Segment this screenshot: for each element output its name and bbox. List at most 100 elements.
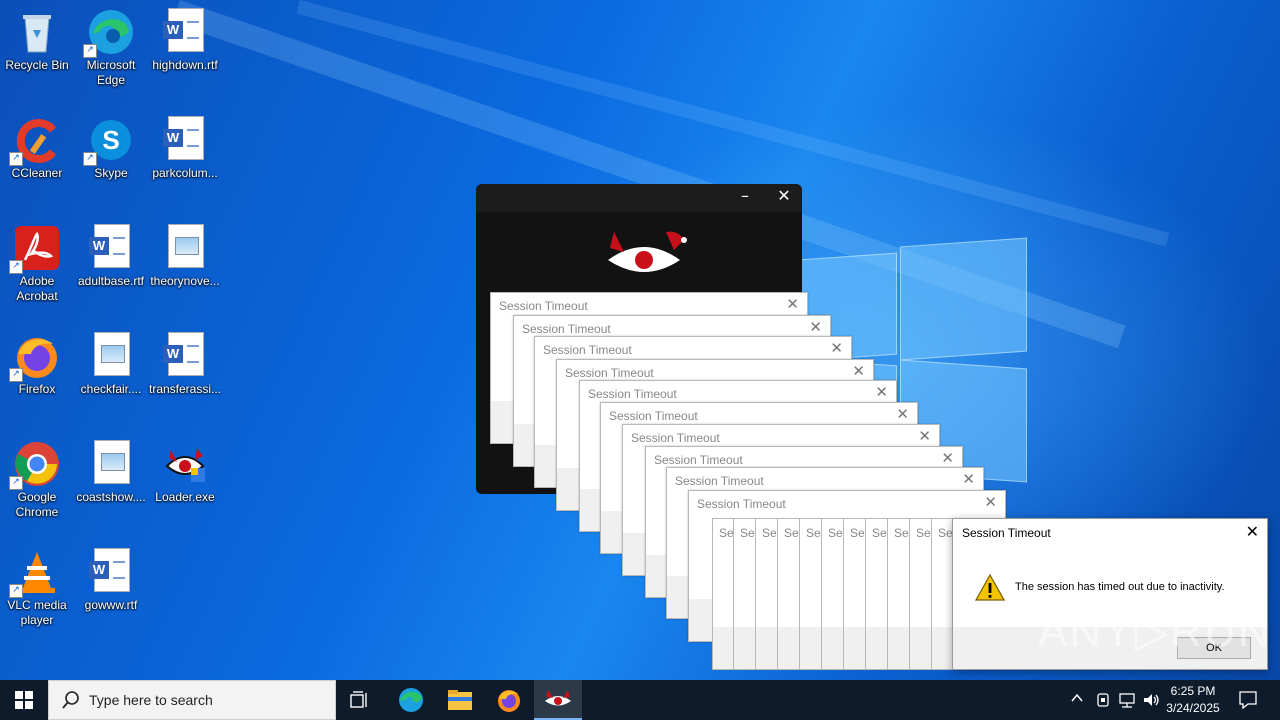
task-view-button[interactable] bbox=[336, 680, 384, 720]
session-timeout-dialog-stacked[interactable]: Se bbox=[865, 518, 889, 670]
dialog-title: Session Timeout bbox=[631, 431, 720, 445]
search-placeholder: Type here to search bbox=[89, 692, 213, 708]
desktop-icon-coastshow[interactable]: coastshow.... bbox=[74, 434, 148, 505]
vlc-icon: ↗ bbox=[9, 548, 61, 598]
dialog-title: Session Timeout bbox=[654, 453, 743, 467]
session-timeout-dialog-stacked[interactable]: Se bbox=[777, 518, 801, 670]
device-icon bbox=[1097, 693, 1109, 707]
ccleaner-icon: ↗ bbox=[9, 116, 61, 166]
desktop-icon-theorynove[interactable]: theorynove... bbox=[148, 218, 222, 289]
dialog-close-button[interactable]: ✕ bbox=[918, 427, 931, 445]
tray-network-button[interactable] bbox=[1118, 692, 1136, 712]
dialog-close-button[interactable]: ✕ bbox=[962, 470, 975, 488]
desktop-icon-skype[interactable]: S ↗ Skype bbox=[74, 110, 148, 181]
desktop-icon-label: Recycle Bin bbox=[5, 58, 69, 72]
dialog-title: Session Timeout bbox=[609, 409, 698, 423]
skype-icon: S ↗ bbox=[83, 116, 135, 166]
desktop-icon-adultbase[interactable]: W adultbase.rtf bbox=[74, 218, 148, 289]
dialog-close-button[interactable]: ✕ bbox=[875, 383, 888, 401]
word-document-icon: W bbox=[87, 224, 135, 272]
close-button[interactable]: ✕ bbox=[769, 186, 799, 205]
dialog-footer bbox=[713, 627, 735, 669]
word-document-icon: W bbox=[161, 116, 209, 164]
dialog-close-button[interactable]: ✕ bbox=[984, 493, 997, 511]
loader-titlebar[interactable]: – ✕ bbox=[476, 184, 802, 212]
desktop-icon-parkcolum[interactable]: W parkcolum... bbox=[148, 110, 222, 181]
desktop-icon-label: adultbase.rtf bbox=[77, 274, 145, 288]
dialog-message: The session has timed out due to inactiv… bbox=[1015, 581, 1225, 593]
clock-date: 3/24/2025 bbox=[1166, 701, 1220, 715]
session-timeout-dialog-stacked[interactable]: Se bbox=[799, 518, 823, 670]
desktop-icon-edge[interactable]: ↗ Microsoft Edge bbox=[74, 2, 148, 88]
taskbar-firefox-button[interactable] bbox=[485, 680, 533, 720]
desktop-icon-chrome[interactable]: ↗ Google Chrome bbox=[0, 434, 74, 520]
svg-text:S: S bbox=[102, 125, 119, 155]
desktop-icon-label: parkcolum... bbox=[152, 166, 218, 180]
session-timeout-dialog-stacked[interactable]: Se bbox=[843, 518, 867, 670]
chrome-icon: ↗ bbox=[9, 440, 61, 490]
desktop-icon-gowww[interactable]: W gowww.rtf bbox=[74, 542, 148, 613]
loader-exe-icon bbox=[545, 690, 571, 706]
dialog-close-button[interactable]: ✕ bbox=[896, 405, 909, 423]
tray-device-button[interactable] bbox=[1095, 692, 1111, 712]
show-hidden-icons-button[interactable] bbox=[1070, 692, 1084, 708]
desktop-icon-recycle-bin[interactable]: Recycle Bin bbox=[0, 2, 74, 73]
session-timeout-dialog-stacked[interactable]: Se bbox=[755, 518, 779, 670]
desktop-icon-ccleaner[interactable]: ↗ CCleaner bbox=[0, 110, 74, 181]
dialog-title: Session Timeout bbox=[962, 526, 1051, 540]
image-file-icon bbox=[87, 440, 135, 488]
desktop-icon-checkfair[interactable]: checkfair.... bbox=[74, 326, 148, 397]
dialog-close-button[interactable]: ✕ bbox=[809, 318, 822, 336]
word-document-icon: W bbox=[161, 8, 209, 56]
desktop-icon-label: checkfair.... bbox=[80, 382, 142, 396]
start-button[interactable] bbox=[0, 680, 48, 720]
firefox-icon: ↗ bbox=[9, 332, 61, 382]
desktop-icon-label: Google Chrome bbox=[15, 490, 59, 519]
dialog-title: Se bbox=[916, 526, 931, 540]
session-timeout-dialog-stacked[interactable]: Se bbox=[887, 518, 911, 670]
dialog-footer bbox=[734, 627, 756, 669]
desktop-icon-vlc[interactable]: ↗ VLC media player bbox=[0, 542, 74, 628]
taskbar-edge-button[interactable] bbox=[387, 680, 435, 720]
dialog-title: Se bbox=[872, 526, 887, 540]
desktop-icon-highdown[interactable]: W highdown.rtf bbox=[148, 2, 222, 73]
dialog-close-button[interactable]: ✕ bbox=[941, 449, 954, 467]
desktop-icon-label: Adobe Acrobat bbox=[16, 274, 58, 303]
session-timeout-dialog-stacked[interactable]: Se bbox=[909, 518, 933, 670]
desktop-icon-firefox[interactable]: ↗ Firefox bbox=[0, 326, 74, 397]
acrobat-icon: ↗ bbox=[9, 224, 61, 274]
dialog-title: Se bbox=[894, 526, 909, 540]
minimize-button[interactable]: – bbox=[730, 186, 760, 205]
dialog-close-button[interactable]: ✕ bbox=[786, 295, 799, 313]
taskbar-loader-button[interactable] bbox=[534, 680, 582, 720]
desktop-icon-acrobat[interactable]: ↗ Adobe Acrobat bbox=[0, 218, 74, 304]
taskbar-clock[interactable]: 6:25 PM 3/24/2025 bbox=[1158, 683, 1228, 717]
dialog-close-button[interactable]: ✕ bbox=[1246, 522, 1259, 541]
dialog-close-button[interactable]: ✕ bbox=[852, 362, 865, 380]
dialog-close-button[interactable]: ✕ bbox=[830, 339, 843, 357]
notification-icon bbox=[1239, 691, 1257, 710]
desktop-icon-label: Skype bbox=[94, 166, 128, 180]
desktop-icon-transferassi[interactable]: W transferassi... bbox=[148, 326, 222, 397]
loader-exe-icon bbox=[161, 440, 209, 488]
dialog-title: Session Timeout bbox=[675, 474, 764, 488]
dialog-footer bbox=[910, 627, 932, 669]
session-timeout-dialog-stacked[interactable]: Se bbox=[733, 518, 757, 670]
desktop-icon-loader-exe[interactable]: Loader.exe bbox=[148, 434, 222, 505]
word-document-icon: W bbox=[161, 332, 209, 380]
session-timeout-dialog-stacked[interactable]: Se bbox=[821, 518, 845, 670]
desktop-icon-label: transferassi... bbox=[148, 382, 222, 396]
dialog-title: Session Timeout bbox=[543, 343, 632, 357]
warning-icon bbox=[975, 573, 1005, 601]
firefox-icon bbox=[498, 690, 520, 712]
image-file-icon bbox=[161, 224, 209, 272]
dialog-footer bbox=[866, 627, 888, 669]
taskbar-search-box[interactable]: Type here to search bbox=[48, 680, 336, 720]
action-center-button[interactable] bbox=[1238, 690, 1258, 714]
dialog-title: Se bbox=[784, 526, 799, 540]
taskbar: Type here to search 6:25 PM 3/24/2025 bbox=[0, 680, 1280, 720]
dialog-title: Se bbox=[719, 526, 734, 540]
taskbar-file-explorer-button[interactable] bbox=[436, 680, 484, 720]
dialog-title: Session Timeout bbox=[588, 387, 677, 401]
anyrun-watermark: ANY▷RUN bbox=[1038, 607, 1272, 656]
